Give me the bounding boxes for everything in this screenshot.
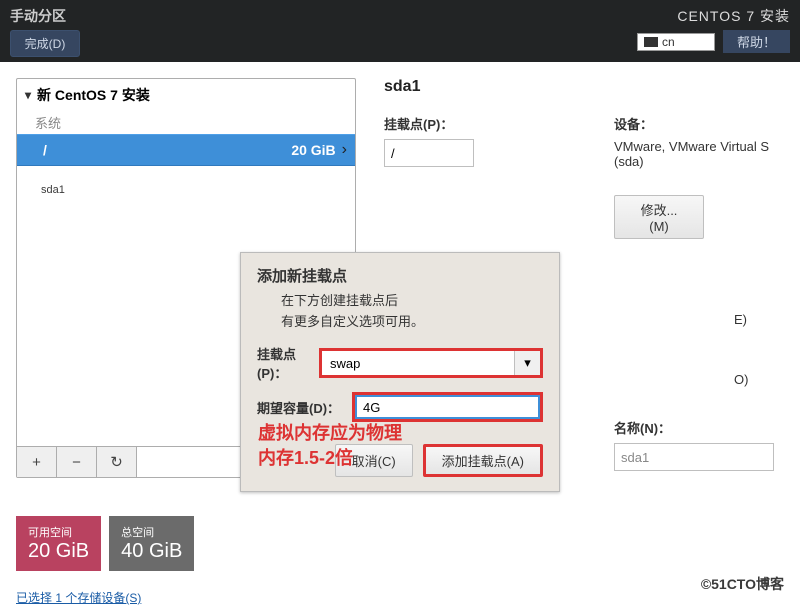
add-partition-button[interactable]: +	[17, 447, 57, 477]
modify-device-button[interactable]: 修改...(M)	[614, 195, 704, 239]
dialog-mount-combo[interactable]: ▾	[319, 348, 543, 378]
language-selector[interactable]: cn	[637, 33, 715, 51]
fs-hotkey: O)	[734, 372, 748, 387]
mount-point-input[interactable]	[384, 139, 474, 167]
dialog-capacity-label: 期望容量(D)：	[257, 398, 342, 417]
available-space-value: 20 GiB	[28, 540, 89, 563]
storage-devices-link[interactable]: 已选择 1 个存储设备(S)	[16, 589, 194, 606]
dropdown-toggle-button[interactable]: ▾	[514, 351, 540, 375]
triangle-down-icon: ▾	[524, 355, 531, 371]
name-input[interactable]	[614, 443, 774, 471]
partition-size: 20 GiB	[291, 142, 335, 158]
chevron-right-icon: ›	[342, 141, 347, 159]
reload-button[interactable]: ↻	[97, 447, 137, 477]
dialog-title: 添加新挂载点	[241, 253, 559, 290]
dialog-mount-input[interactable]	[322, 351, 514, 375]
keyboard-icon	[644, 37, 658, 47]
total-space-box: 总空间 40 GiB	[109, 516, 194, 571]
watermark: ©51CTO博客	[697, 572, 788, 596]
dialog-subtitle-2: 有更多自定义选项可用。	[241, 311, 559, 332]
dialog-confirm-button[interactable]: 添加挂载点(A)	[423, 444, 543, 477]
mount-point-label: 挂载点(P)：	[384, 114, 474, 133]
page-title: 手动分区	[10, 6, 80, 26]
mount-path: /	[25, 142, 47, 158]
capacity-hotkey: E)	[734, 312, 747, 327]
partition-row-root[interactable]: / sda1 20 GiB ›	[17, 134, 355, 166]
available-space-box: 可用空间 20 GiB	[16, 516, 101, 571]
selected-device-title: sda1	[384, 78, 784, 96]
device-heading-label: 设备：	[614, 114, 784, 133]
remove-partition-button[interactable]: −	[57, 447, 97, 477]
dialog-subtitle-1: 在下方创建挂载点后	[241, 290, 559, 311]
dialog-capacity-input[interactable]	[355, 395, 540, 419]
installer-title: CENTOS 7 安装	[677, 6, 790, 26]
language-code: cn	[662, 35, 675, 49]
help-button[interactable]: 帮助！	[723, 30, 790, 53]
system-label: 系统	[17, 111, 355, 134]
device-name: sda1	[41, 184, 65, 196]
available-space-label: 可用空间	[28, 524, 89, 540]
dialog-mount-label: 挂载点(P)：	[257, 344, 309, 382]
install-heading[interactable]: ▾ 新 CentOS 7 安装	[17, 79, 355, 111]
total-space-value: 40 GiB	[121, 540, 182, 563]
annotation-text: 虚拟内存应为物理 内存1.5-2倍	[258, 421, 402, 471]
chevron-down-icon: ▾	[25, 88, 31, 102]
name-label: 名称(N)：	[614, 418, 774, 437]
done-button[interactable]: 完成(D)	[10, 30, 80, 57]
total-space-label: 总空间	[121, 524, 182, 540]
device-info: VMware, VMware Virtual S (sda)	[614, 139, 784, 169]
